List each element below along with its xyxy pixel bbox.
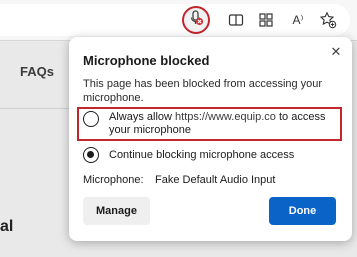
microphone-permission-button[interactable] [182,6,210,34]
browser-toolbar: A⁾ [0,0,357,40]
microphone-label: Microphone: [83,174,144,186]
done-button[interactable]: Done [269,197,336,225]
split-screen-icon[interactable] [226,10,246,30]
page-heading-fragment: al [0,218,14,235]
close-button[interactable]: ✕ [327,43,345,61]
permission-popup: Microphone blocked ✕ This page has been … [69,37,352,241]
continue-blocking-radio[interactable] [83,147,99,163]
microphone-device-value: Fake Default Audio Input [155,174,276,186]
always-allow-radio[interactable] [83,111,99,127]
microphone-blocked-icon [188,9,204,31]
always-allow-prefix: Always allow [109,111,176,123]
always-allow-label[interactable]: Always allow https://www.equip.co to acc… [109,111,339,137]
apps-icon[interactable] [256,10,276,30]
read-aloud-icon[interactable]: A⁾ [288,10,308,30]
close-icon: ✕ [330,44,342,59]
manage-button[interactable]: Manage [83,197,150,225]
site-url: https://www.equip.co [175,111,276,123]
popup-title: Microphone blocked [83,53,210,68]
faqs-nav-link[interactable]: FAQs [20,64,54,79]
favorites-icon[interactable] [318,10,338,30]
continue-blocking-label[interactable]: Continue blocking microphone access [109,149,294,161]
divider [0,108,70,109]
popup-description: This page has been blocked from accessin… [83,78,323,104]
